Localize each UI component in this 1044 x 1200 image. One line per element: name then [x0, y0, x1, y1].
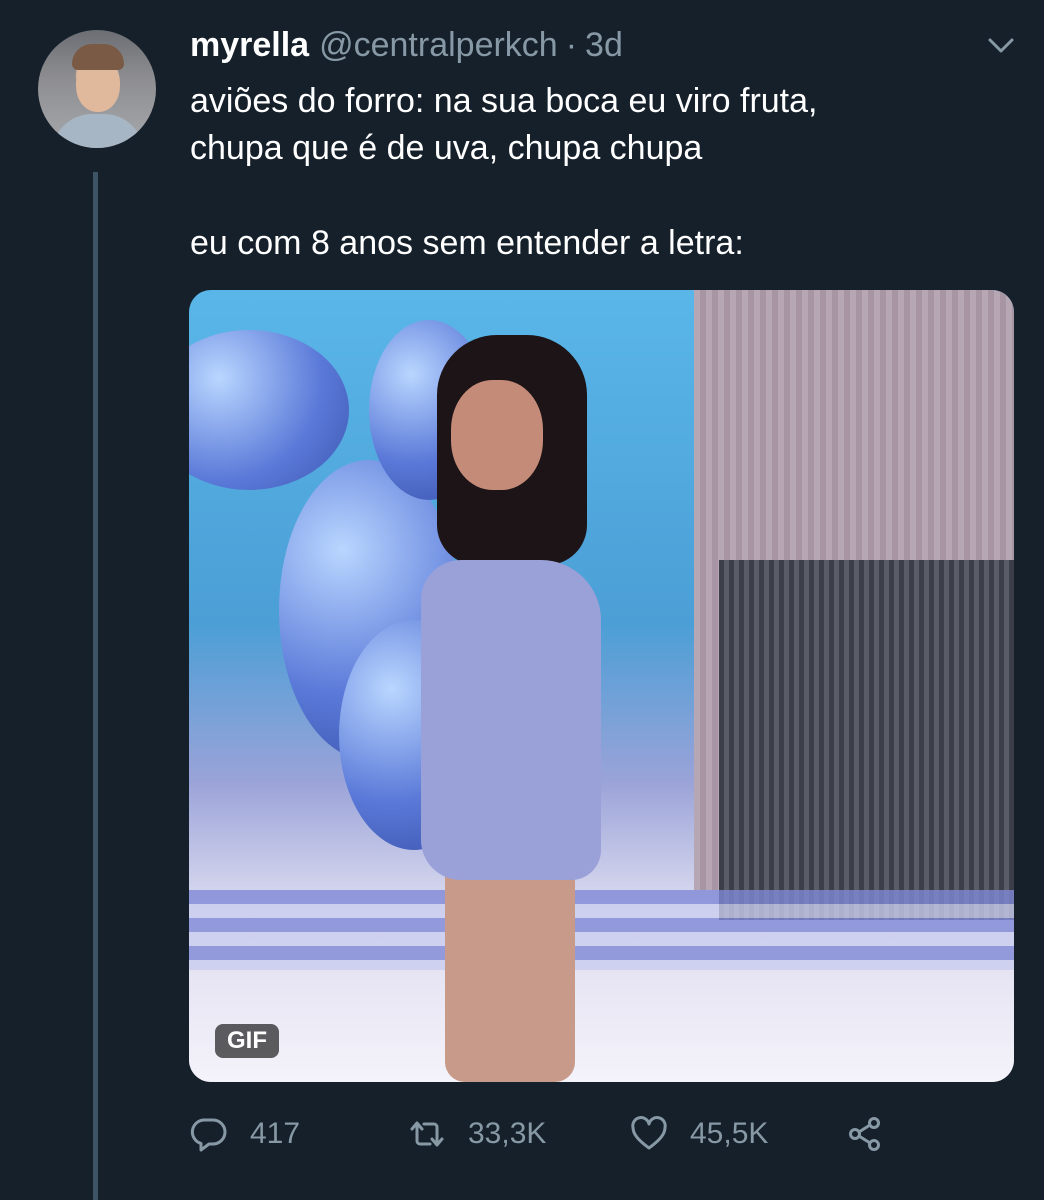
gif-badge: GIF [215, 1024, 279, 1058]
reply-count: 417 [250, 1117, 301, 1150]
media-steps [189, 890, 1014, 980]
media-figure-body [421, 560, 601, 880]
like-button[interactable]: 45,5K [630, 1110, 768, 1158]
retweet-count: 33,3K [468, 1117, 547, 1150]
media-figure-face [451, 380, 543, 490]
share-button[interactable] [846, 1110, 884, 1158]
media-balloon [189, 330, 349, 490]
media-floor [189, 970, 1014, 1082]
timestamp[interactable]: 3d [585, 26, 623, 65]
reply-button[interactable]: 417 [190, 1110, 300, 1158]
reply-icon [190, 1118, 227, 1152]
retweet-button[interactable]: 33,3K [408, 1110, 546, 1158]
tweet-text-line: chupa que é de uva, chupa chupa [190, 129, 703, 167]
like-count: 45,5K [690, 1117, 769, 1150]
avatar-shirt [52, 114, 144, 148]
tweet-text: aviões do forro: na sua boca eu viro fru… [190, 78, 1010, 267]
tweet-text-line: eu com 8 anos sem entender a letra: [190, 224, 744, 262]
avatar[interactable] [38, 30, 156, 148]
avatar-hair [72, 44, 124, 70]
media-panel [719, 560, 1014, 920]
gif-media[interactable]: GIF [189, 290, 1014, 1082]
chevron-down-icon[interactable] [986, 34, 1016, 58]
tweet-header: myrella @centralperkch · 3d [190, 20, 623, 70]
share-icon [849, 1117, 880, 1151]
tweet-text-line: aviões do forro: na sua boca eu viro fru… [190, 82, 818, 120]
retweet-icon [410, 1121, 444, 1147]
separator-dot: · [565, 25, 578, 64]
tweet[interactable]: myrella @centralperkch · 3d aviões do fo… [0, 0, 1044, 1200]
display-name[interactable]: myrella [190, 26, 309, 65]
media-figure-legs [445, 850, 575, 1082]
user-handle[interactable]: @centralperkch [319, 26, 558, 65]
thread-line [93, 172, 98, 1200]
heart-icon [631, 1116, 667, 1150]
